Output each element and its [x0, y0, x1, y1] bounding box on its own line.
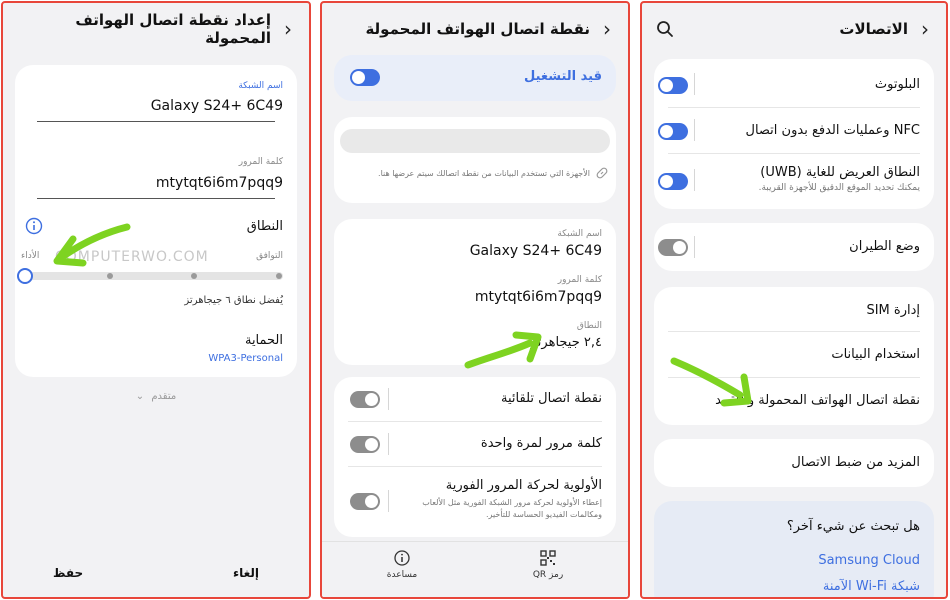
info-icon[interactable]: [25, 217, 43, 235]
uwb-toggle[interactable]: [658, 173, 688, 190]
nfc-label: NFC وعمليات الدفع بدون اتصال: [745, 123, 921, 138]
help-icon: [394, 550, 410, 566]
advanced-label: متقدم: [151, 391, 177, 402]
band-label: النطاق: [246, 219, 283, 234]
connected-devices-card: الأجهزة التي تستخدم البيانات من نقطة اتص…: [334, 117, 616, 203]
perf-label: الأداء: [21, 251, 40, 261]
arrow-annotation-icon: [464, 331, 542, 369]
back-chevron-icon[interactable]: ›: [918, 17, 932, 41]
looking-for-card: هل تبحث عن شيء آخر؟ Samsung Cloud شبكة W…: [654, 501, 934, 597]
network-name-underline: [37, 121, 275, 122]
header: إعداد نقطة اتصال الهواتف المحمولة ›: [3, 3, 309, 55]
slider-thumb[interactable]: [17, 268, 33, 284]
master-switch-card[interactable]: قيد التشغيل: [334, 55, 616, 101]
page-title: إعداد نقطة اتصال الهواتف المحمولة: [75, 11, 271, 47]
bottom-nav: رمز QR مساعدة: [322, 541, 628, 597]
qr-code-button[interactable]: رمز QR: [528, 550, 568, 580]
help-button[interactable]: مساعدة: [382, 550, 422, 580]
save-button[interactable]: حفظ: [53, 566, 83, 580]
security-label: الحماية: [244, 333, 283, 348]
priority-toggle[interactable]: [350, 493, 380, 510]
band-label: النطاق: [576, 321, 602, 331]
one-time-password-label: كلمة مرور لمرة واحدة: [480, 436, 602, 451]
samsung-cloud-link[interactable]: Samsung Cloud: [818, 553, 920, 568]
priority-label: الأولوية لحركة المرور الفورية: [445, 478, 602, 493]
network-name-value: Galaxy S24+ 6C49: [469, 243, 602, 259]
airplane-label: وضع الطيران: [849, 239, 920, 254]
header: نقطة اتصال الهواتف المحمولة ›: [322, 3, 628, 55]
back-chevron-icon[interactable]: ›: [600, 17, 614, 41]
on-label: قيد التشغيل: [524, 69, 602, 84]
network-name-label: اسم الشبكة: [557, 229, 602, 239]
one-time-password-toggle[interactable]: [350, 436, 380, 453]
bluetooth-label: البلوتوث: [874, 77, 920, 92]
link-icon: [596, 167, 608, 179]
page-title: الاتصالات: [839, 20, 908, 38]
password-label: كلمة المرور: [238, 157, 283, 167]
compat-label: التوافق: [256, 251, 283, 261]
help-label: مساعدة: [386, 570, 418, 580]
airplane-toggle[interactable]: [658, 239, 688, 256]
page-title: نقطة اتصال الهواتف المحمولة: [365, 20, 590, 38]
qr-label: رمز QR: [532, 570, 564, 580]
hotspot-config-screen: إعداد نقطة اتصال الهواتف المحمولة › اسم …: [1, 1, 311, 599]
password-input[interactable]: mtytqt6i6m7pqq9: [156, 175, 283, 191]
connections-screen: الاتصالات › البلوتوث NFC وعمليات الدفع ب…: [640, 1, 948, 599]
arrow-annotation-icon: [53, 223, 131, 267]
secure-wifi-link[interactable]: شبكة Wi-Fi الآمنة: [823, 579, 920, 594]
chevron-down-icon: ⌄: [135, 391, 145, 402]
header: الاتصالات ›: [642, 3, 946, 55]
bluetooth-toggle[interactable]: [658, 77, 688, 94]
password-underline: [37, 198, 275, 199]
airplane-card[interactable]: وضع الطيران: [654, 223, 934, 271]
advanced-toggle[interactable]: متقدم ⌄: [3, 391, 309, 402]
bottom-bar: حفظ إلغاء: [3, 549, 309, 597]
more-connection-settings-item: المزيد من ضبط الاتصال: [791, 455, 920, 470]
data-usage-item[interactable]: استخدام البيانات: [831, 347, 920, 362]
priority-desc: إعطاء الأولوية لحركة مرور الشبكة الفورية…: [422, 498, 602, 519]
wireless-card: البلوتوث NFC وعمليات الدفع بدون اتصال ال…: [654, 59, 934, 209]
uwb-label: النطاق العريض للغاية (UWB): [760, 165, 920, 180]
looking-for-title: هل تبحث عن شيء آخر؟: [786, 519, 920, 534]
password-value: mtytqt6i6m7pqq9: [474, 289, 602, 305]
uwb-desc: يمكنك تحديد الموقع الدقيق للأجهزة القريب…: [758, 183, 920, 193]
auto-hotspot-toggle[interactable]: [350, 391, 380, 408]
auto-hotspot-label: نقطة اتصال تلقائية: [501, 391, 602, 406]
devices-placeholder: [340, 129, 610, 153]
arrow-annotation-icon: [670, 357, 752, 407]
sim-manager-item[interactable]: إدارة SIM: [866, 303, 920, 318]
qr-code-icon: [540, 550, 556, 566]
band-note: يُفضل نطاق ٦ جيجاهرتز: [184, 295, 283, 306]
slider-stop: [276, 273, 282, 279]
security-value[interactable]: WPA3-Personal: [208, 353, 283, 364]
nfc-toggle[interactable]: [658, 123, 688, 140]
options-card: نقطة اتصال تلقائية كلمة مرور لمرة واحدة …: [334, 377, 616, 537]
network-name-input[interactable]: Galaxy S24+ 6C49: [151, 98, 283, 114]
password-label: كلمة المرور: [557, 275, 602, 285]
back-chevron-icon[interactable]: ›: [281, 17, 295, 41]
hotspot-screen: نقطة اتصال الهواتف المحمولة › قيد التشغي…: [320, 1, 630, 599]
cancel-button[interactable]: إلغاء: [233, 566, 259, 580]
hotspot-master-toggle[interactable]: [350, 69, 380, 86]
connected-devices-note: الأجهزة التي تستخدم البيانات من نقطة اتص…: [378, 169, 590, 178]
search-icon[interactable]: [656, 20, 674, 38]
network-name-label: اسم الشبكة: [238, 81, 283, 91]
more-settings-card[interactable]: المزيد من ضبط الاتصال: [654, 439, 934, 487]
